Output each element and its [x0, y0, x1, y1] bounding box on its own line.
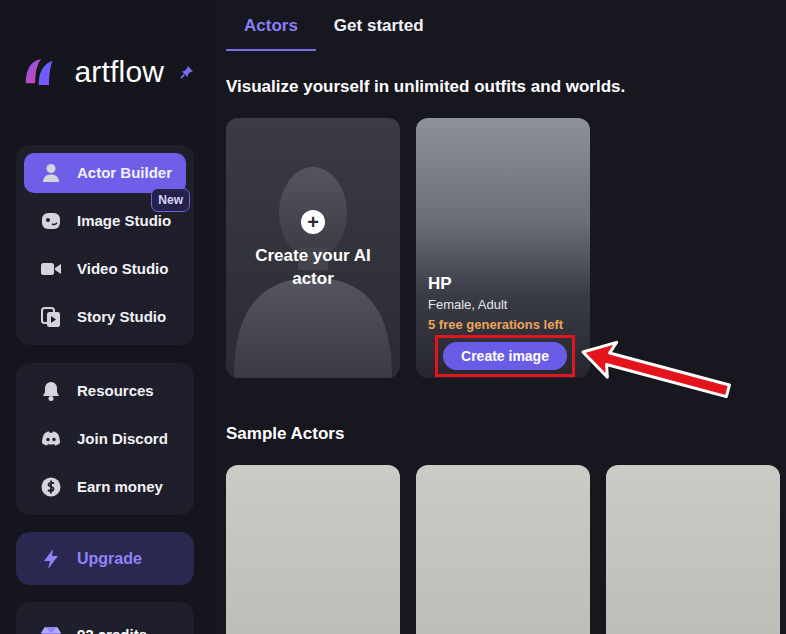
sidebar-group: Actor Builder Image StudioNew Video Studio…	[16, 145, 194, 345]
dollar-icon	[40, 476, 62, 498]
logo[interactable]: artflow	[24, 55, 194, 89]
face-icon	[40, 210, 62, 232]
actor-name: HP	[428, 273, 582, 295]
logo-text: artflow	[74, 55, 164, 89]
sidebar-label[interactable]: Resources	[77, 380, 154, 403]
sidebar-item[interactable]: Join Discord	[24, 419, 186, 459]
tab[interactable]: Actors	[226, 0, 316, 51]
sidebar-item[interactable]: Resources	[24, 371, 186, 411]
credits-label: 92 credits	[77, 624, 147, 634]
sample-cards	[226, 465, 786, 634]
credits[interactable]: 92 credits	[16, 602, 194, 634]
sample-actor-card[interactable]	[226, 465, 400, 634]
create-actor-label[interactable]: Create your AI actor	[236, 244, 390, 290]
sample-heading: Sample Actors	[226, 422, 786, 445]
sidebar-item[interactable]: Story Studio	[24, 297, 186, 337]
page-heading: Visualize yourself in unlimited outfits …	[226, 75, 786, 98]
upgrade-button[interactable]: Upgrade	[16, 532, 194, 585]
highlight-box: Create image	[435, 335, 575, 377]
sidebar-label[interactable]: Video Studio	[77, 258, 168, 281]
bell-icon	[40, 380, 62, 402]
logo-icon	[24, 55, 58, 89]
person-icon	[40, 162, 62, 184]
button-row: Create image	[428, 333, 582, 377]
sidebar-item[interactable]: Actor Builder	[24, 153, 186, 193]
upgrade-label[interactable]: Upgrade	[77, 547, 142, 571]
sidebar-item[interactable]: Image StudioNew	[24, 201, 186, 241]
sidebar: artflow Actor Builder Image StudioNew Video…	[0, 0, 210, 634]
create-actor-body: + Create your AI actor	[226, 118, 400, 378]
discord-icon	[40, 428, 62, 450]
sidebar-label[interactable]: Join Discord	[77, 428, 168, 451]
tab[interactable]: Get started	[316, 0, 442, 51]
sample-actor-card[interactable]	[416, 465, 590, 634]
video-icon	[40, 258, 62, 280]
gem-icon	[40, 624, 62, 634]
plus-icon[interactable]: +	[301, 210, 325, 234]
sample-actor-card[interactable]	[606, 465, 780, 634]
pin-icon[interactable]	[180, 64, 194, 80]
actor-cards: + Create your AI actor HPFemale, Adult 5 fr…	[226, 118, 786, 378]
sidebar-item[interactable]: Video Studio	[24, 249, 186, 289]
actor-card[interactable]: HPFemale, Adult 5 free generations left Cr…	[416, 118, 590, 378]
generations-left: 5 free generations left	[428, 316, 582, 333]
actor-details: Female, Adult	[428, 296, 582, 313]
bolt-icon	[40, 548, 62, 570]
sidebar-label[interactable]: Actor Builder	[77, 162, 172, 185]
main-content: ActorsGet started Visualize yourself in u…	[210, 0, 786, 634]
create-image-button[interactable]: Create image	[443, 342, 567, 370]
sidebar-group: Resources Join Discord Earn money	[16, 363, 194, 515]
sidebar-label[interactable]: Image Studio	[77, 210, 171, 233]
sidebar-label[interactable]: Story Studio	[77, 306, 166, 329]
actor-info: HPFemale, Adult 5 free generations left Cr…	[416, 118, 590, 378]
tab-bar: ActorsGet started	[226, 0, 786, 51]
actor-photo	[416, 118, 590, 378]
story-icon	[40, 306, 62, 328]
sidebar-item[interactable]: Earn money	[24, 467, 186, 507]
new-badge: New	[151, 188, 190, 212]
app-window: artflow Actor Builder Image StudioNew Video…	[0, 0, 786, 634]
create-actor-card[interactable]: + Create your AI actor	[226, 118, 400, 378]
arrow-icon	[577, 340, 747, 410]
sidebar-label[interactable]: Earn money	[77, 476, 163, 499]
